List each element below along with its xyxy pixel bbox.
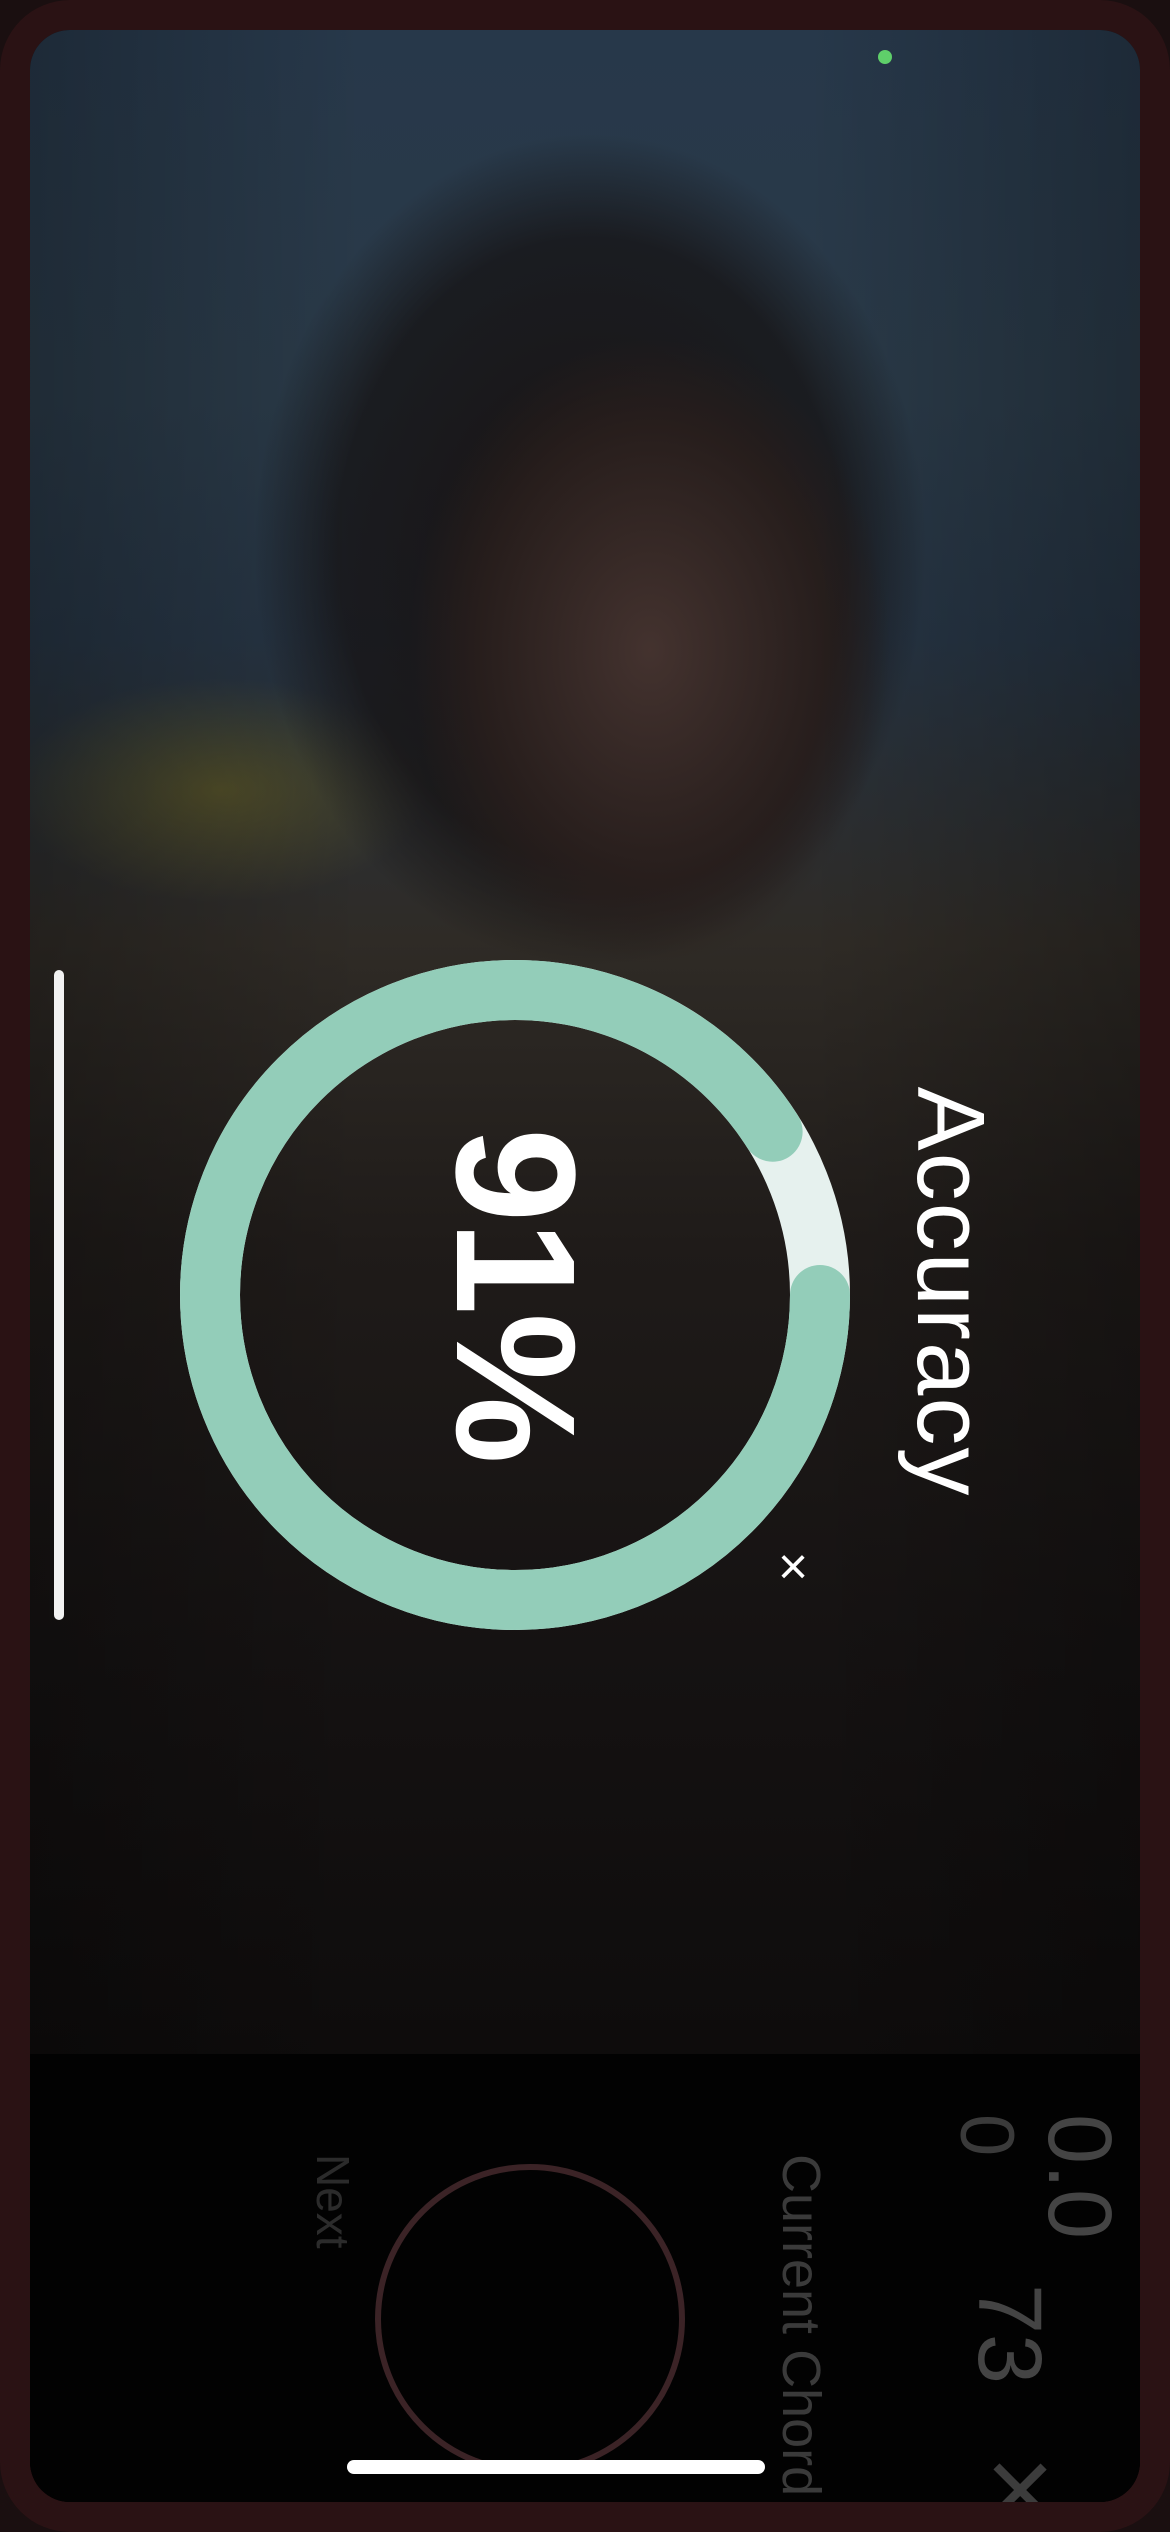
control-panel: Next Current Chord 0 0.0 73 × xyxy=(30,2054,1140,2502)
timer-value: 0.0 xyxy=(1029,2114,1129,2240)
current-chord-label: Current Chord xyxy=(771,2154,831,2497)
next-chord-label: Next xyxy=(307,2154,359,2249)
close-icon[interactable]: × xyxy=(970,2429,1070,2502)
accuracy-title: Accuracy xyxy=(897,1086,1004,1498)
close-icon[interactable]: × xyxy=(768,1541,818,1593)
record-button[interactable] xyxy=(375,2164,685,2474)
app-screen: 91% Accuracy × Next Current Chord 0 0.0 … xyxy=(30,30,1140,2502)
counter-value: 0 xyxy=(944,2114,1029,2157)
home-indicator[interactable] xyxy=(347,2460,765,2474)
scroll-indicator[interactable] xyxy=(54,970,64,1620)
accuracy-value: 91% xyxy=(420,1127,610,1463)
camera-active-indicator xyxy=(878,50,892,64)
device-frame: 91% Accuracy × Next Current Chord 0 0.0 … xyxy=(0,0,1170,2532)
score-value: 73 xyxy=(959,2284,1059,2385)
